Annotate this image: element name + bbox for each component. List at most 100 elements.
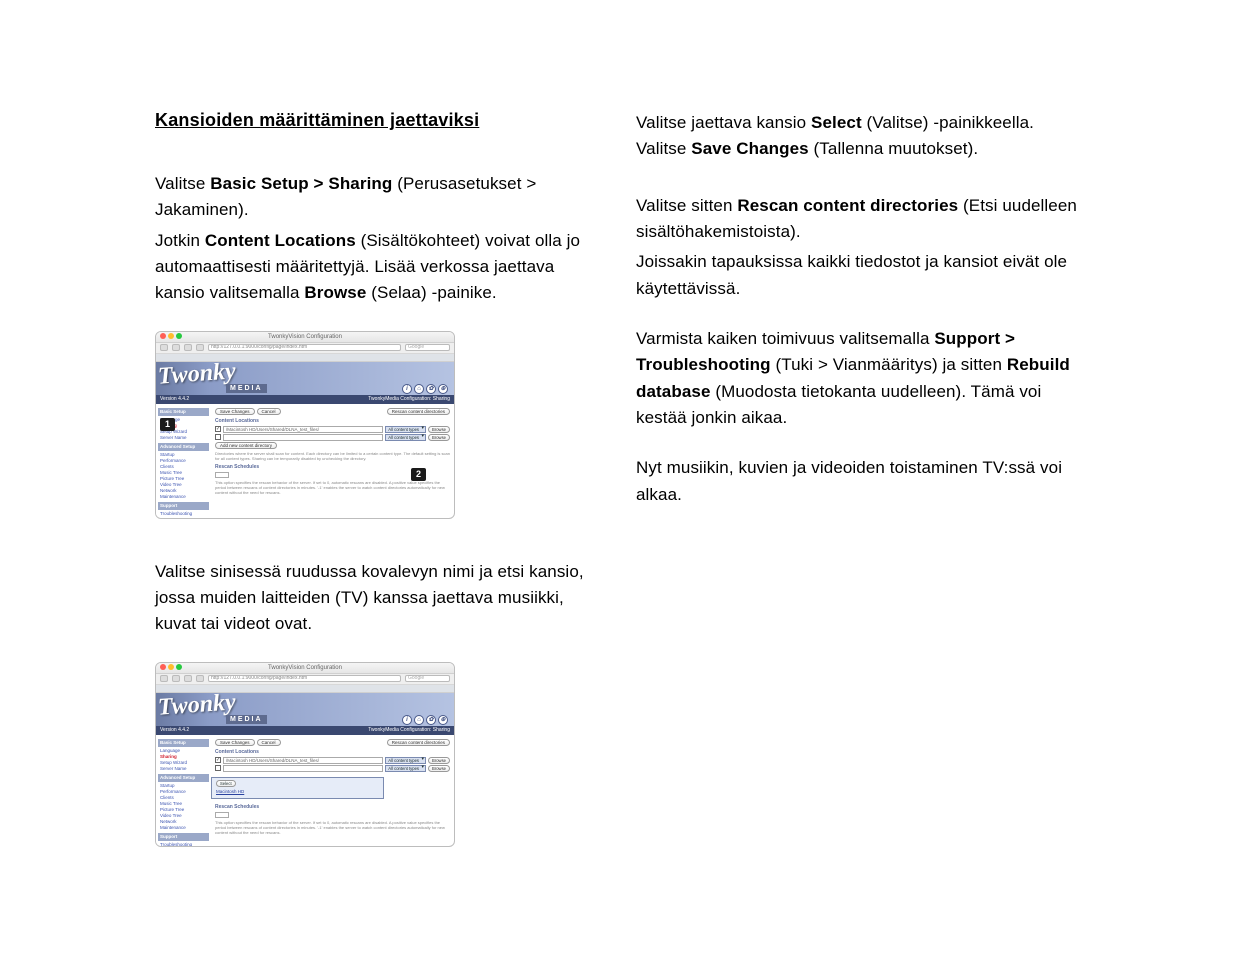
location-checkbox[interactable] bbox=[215, 426, 221, 432]
sidebar-item-servername[interactable]: Server Name bbox=[158, 435, 209, 441]
sidebar-item-troubleshooting[interactable]: Troubleshooting bbox=[158, 842, 209, 847]
screenshot-2: TwonkyVision Configuration http://127.0.… bbox=[155, 662, 455, 847]
home-icon[interactable]: ⌂ bbox=[414, 384, 424, 394]
location-row-2: All content types Browse bbox=[215, 765, 450, 772]
add-directory-button[interactable]: Add new content directory bbox=[215, 442, 277, 449]
para-block-1: Valitse Basic Setup > Sharing (Perusaset… bbox=[155, 171, 604, 307]
browser-toolbar: http://127.0.0.1:9000/config/page/index.… bbox=[156, 343, 454, 354]
rp2b: Joissakin tapauksissa kaikki tiedostot j… bbox=[636, 249, 1085, 302]
search-field[interactable]: Google bbox=[405, 675, 450, 682]
app-banner: Twonky MEDIA i ⌂ ✿ ⊕ Version 4.4.2 Twonk… bbox=[156, 362, 454, 404]
home-icon[interactable]: ⌂ bbox=[414, 715, 424, 725]
logo-media-text: MEDIA bbox=[226, 384, 267, 393]
bold: Select bbox=[811, 113, 862, 132]
content-locations-label: Content Locations bbox=[215, 749, 450, 755]
text: Valitse sitten bbox=[636, 196, 737, 215]
left-column: Kansioiden määrittäminen jaettaviksi Val… bbox=[155, 110, 604, 875]
logo-media-text: MEDIA bbox=[226, 715, 267, 724]
rp1: Valitse jaettava kansio Select (Valitse)… bbox=[636, 110, 1085, 163]
location-row-1: /Macintosh HD/Users/Shared/DLNA_test_fil… bbox=[215, 757, 450, 764]
window-titlebar: TwonkyVision Configuration bbox=[156, 332, 454, 343]
p3: Valitse sinisessä ruudussa kovalevyn nim… bbox=[155, 559, 604, 638]
text: (Tuki > Vianmääritys) ja sitten bbox=[771, 355, 1007, 374]
browse-button[interactable]: Browse bbox=[428, 757, 450, 764]
cart-icon[interactable]: ✿ bbox=[426, 715, 436, 725]
top-buttons: Save Changes Cancel Rescan content direc… bbox=[215, 739, 450, 746]
content-locations-label: Content Locations bbox=[215, 418, 450, 424]
bold: Basic Setup > Sharing bbox=[210, 174, 392, 193]
version-bar: Version 4.4.2 TwonkyMedia Configuration:… bbox=[156, 726, 454, 735]
app-body: Basic Setup Language Sharing Setup Wizar… bbox=[156, 735, 454, 846]
info-icon[interactable]: i bbox=[402, 384, 412, 394]
sidebar-item-servername[interactable]: Server Name bbox=[158, 766, 209, 772]
location-path-empty bbox=[223, 434, 383, 441]
search-field[interactable]: Google bbox=[405, 344, 450, 351]
forward-button[interactable] bbox=[172, 344, 180, 351]
cancel-button[interactable]: Cancel bbox=[257, 408, 281, 415]
address-bar[interactable]: http://127.0.0.1:9000/config/page/index.… bbox=[208, 344, 401, 351]
content-type-select[interactable]: All content types bbox=[385, 426, 426, 433]
version-text: Version 4.4.2 bbox=[160, 395, 189, 404]
reload-button[interactable] bbox=[184, 344, 192, 351]
banner-icons: i ⌂ ✿ ⊕ bbox=[402, 715, 448, 725]
save-changes-button[interactable]: Save Changes bbox=[215, 408, 255, 415]
browse-button[interactable]: Browse bbox=[428, 434, 450, 441]
rp2a: Valitse sitten Rescan content directorie… bbox=[636, 193, 1085, 246]
help-text-1: Directories where the server shall scan … bbox=[215, 451, 450, 461]
back-button[interactable] bbox=[160, 344, 168, 351]
rescan-button[interactable]: Rescan content directories bbox=[387, 408, 450, 415]
home-button[interactable] bbox=[196, 675, 204, 682]
sidebar-item-maintenance[interactable]: Maintenance bbox=[158, 494, 209, 500]
forward-button[interactable] bbox=[172, 675, 180, 682]
location-checkbox[interactable] bbox=[215, 765, 221, 771]
select-button-row: Select bbox=[214, 780, 381, 788]
help-text-2: This option specifies the rescan behavio… bbox=[215, 820, 450, 835]
location-row-2: All content types Browse bbox=[215, 434, 450, 441]
sidebar-group-support: Support bbox=[158, 502, 209, 510]
content-type-select[interactable]: All content types bbox=[385, 434, 426, 441]
cancel-button[interactable]: Cancel bbox=[257, 739, 281, 746]
zoom-icon bbox=[176, 664, 182, 670]
para-block-r1: Valitse jaettava kansio Select (Valitse)… bbox=[636, 110, 1085, 163]
config-label: TwonkyMedia Configuration: Sharing bbox=[368, 726, 450, 735]
info-icon[interactable]: i bbox=[402, 715, 412, 725]
rescan-interval-input[interactable] bbox=[215, 472, 229, 478]
select-button[interactable]: Select bbox=[216, 780, 236, 787]
screenshot-1: 1 2 TwonkyVision Configuration http://12… bbox=[155, 331, 455, 519]
back-button[interactable] bbox=[160, 675, 168, 682]
version-bar: Version 4.4.2 TwonkyMedia Configuration:… bbox=[156, 395, 454, 404]
banner-icons: i ⌂ ✿ ⊕ bbox=[402, 384, 448, 394]
sidebar-item-maintenance[interactable]: Maintenance bbox=[158, 825, 209, 831]
text: Jotkin bbox=[155, 231, 205, 250]
globe-icon[interactable]: ⊕ bbox=[438, 384, 448, 394]
help-text-2: This option specifies the rescan behavio… bbox=[215, 480, 450, 495]
sidebar-item-faq[interactable]: FAQ bbox=[158, 517, 209, 519]
cart-icon[interactable]: ✿ bbox=[426, 384, 436, 394]
text: Varmista kaiken toimivuus valitsemalla bbox=[636, 329, 934, 348]
text: Valitse bbox=[155, 174, 210, 193]
text: (Tallenna muutokset). bbox=[809, 139, 978, 158]
location-path-empty bbox=[223, 765, 383, 772]
location-checkbox[interactable] bbox=[215, 757, 221, 763]
rescan-button[interactable]: Rescan content directories bbox=[387, 739, 450, 746]
section-heading: Kansioiden määrittäminen jaettaviksi bbox=[155, 110, 604, 131]
location-checkbox[interactable] bbox=[215, 434, 221, 440]
reload-button[interactable] bbox=[184, 675, 192, 682]
config-label: TwonkyMedia Configuration: Sharing bbox=[368, 395, 450, 404]
rescan-interval-input[interactable] bbox=[215, 812, 229, 818]
add-directory-row: Add new content directory bbox=[215, 442, 450, 449]
address-bar[interactable]: http://127.0.0.1:9000/config/page/index.… bbox=[208, 675, 401, 682]
save-changes-button[interactable]: Save Changes bbox=[215, 739, 255, 746]
content-type-select[interactable]: All content types bbox=[385, 765, 426, 772]
globe-icon[interactable]: ⊕ bbox=[438, 715, 448, 725]
p1: Valitse Basic Setup > Sharing (Perusaset… bbox=[155, 171, 604, 224]
browse-button[interactable]: Browse bbox=[428, 765, 450, 772]
p2: Jotkin Content Locations (Sisältökohteet… bbox=[155, 228, 604, 307]
para-block-2: Valitse sinisessä ruudussa kovalevyn nim… bbox=[155, 559, 604, 638]
content-type-select[interactable]: All content types bbox=[385, 757, 426, 764]
drive-link[interactable]: Macintosh HD bbox=[214, 788, 381, 796]
browse-button[interactable]: Browse bbox=[428, 426, 450, 433]
browser-tabbar bbox=[156, 354, 454, 362]
home-button[interactable] bbox=[196, 344, 204, 351]
minimize-icon bbox=[168, 333, 174, 339]
